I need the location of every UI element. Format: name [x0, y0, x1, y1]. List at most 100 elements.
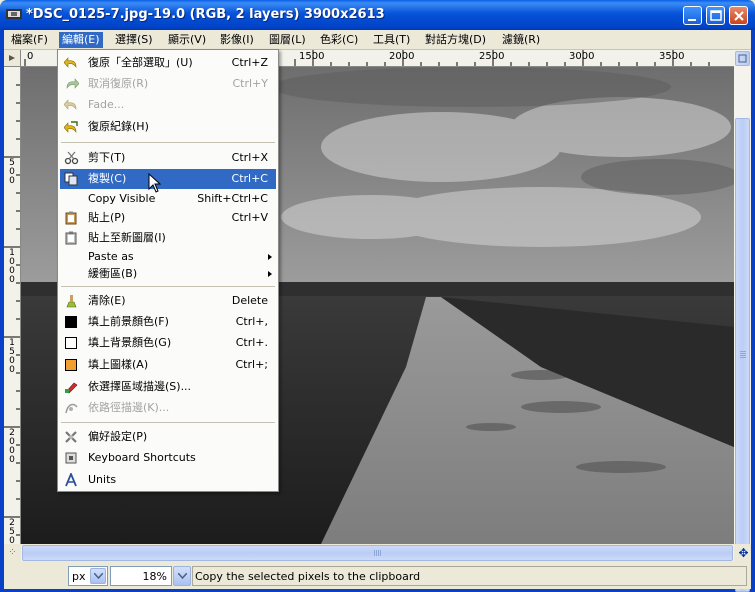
menu-select[interactable]: 選擇(S) — [112, 32, 156, 48]
maximize-button[interactable] — [706, 6, 725, 25]
undo-icon — [64, 57, 77, 68]
menu-item-copy-visible[interactable]: Copy Visible Shift+Ctrl+C — [60, 189, 276, 209]
vertical-ruler[interactable]: 5 0 0 1 0 0 0 1 5 0 0 2 0 0 0 2 5 0 0 — [4, 67, 21, 544]
menu-item-clear[interactable]: 清除(E) Delete — [60, 291, 276, 311]
menu-item-label: 偏好設定(P) — [88, 430, 148, 443]
clear-icon — [66, 295, 77, 308]
menu-separator — [61, 286, 275, 287]
menu-separator — [61, 142, 275, 143]
window-title: *DSC_0125-7.jpg-19.0 (RGB, 2 layers) 390… — [26, 7, 385, 22]
menu-item-shortcut: Shift+Ctrl+C — [197, 192, 268, 205]
horizontal-scrollbar[interactable] — [21, 545, 734, 561]
menu-item-cut[interactable]: 剪下(T) Ctrl+X — [60, 148, 276, 168]
menu-item-label: 復原紀錄(H) — [88, 120, 149, 133]
menu-item-label: 復原「全部選取」(U) — [88, 56, 193, 69]
paste-icon — [65, 211, 77, 225]
menu-item-paste-as-new-layer[interactable]: 貼上至新圖層(I) — [60, 228, 276, 248]
vertical-scroll-thumb[interactable] — [735, 118, 750, 592]
keyboard-icon — [65, 452, 77, 464]
quick-mask-toggle-icon[interactable]: ⁘ — [4, 545, 21, 561]
menu-item-buffer[interactable]: 緩衝區(B) — [60, 264, 276, 284]
menu-item-label: 緩衝區(B) — [88, 267, 138, 280]
chevron-down-icon — [94, 573, 103, 579]
pattern-swatch-icon — [65, 359, 77, 371]
submenu-arrow-icon — [268, 254, 272, 260]
fade-icon — [64, 99, 77, 110]
quick-mask-corner-button[interactable] — [4, 50, 21, 67]
ruler-label: 3500 — [659, 51, 685, 62]
bg-color-swatch-icon — [65, 337, 77, 349]
menu-item-shortcut: Delete — [231, 294, 268, 307]
menu-item-stroke-path[interactable]: 依路徑描邊(K)... — [60, 398, 276, 418]
menu-item-label: 複製(C) — [88, 172, 127, 185]
menu-item-label: 填上背景顏色(G) — [88, 336, 172, 349]
ruler-label: 1 0 0 0 — [9, 248, 15, 285]
menu-dialogs[interactable]: 對話方塊(D) — [422, 32, 489, 48]
menu-view[interactable]: 顯示(V) — [165, 32, 209, 48]
zoom-to-fit-button[interactable] — [735, 51, 750, 66]
stroke-selection-icon — [65, 382, 78, 394]
mouse-cursor-icon — [148, 173, 162, 193]
menu-layer[interactable]: 圖層(L) — [266, 32, 309, 48]
copy-icon — [64, 172, 78, 186]
menu-item-label: Keyboard Shortcuts — [88, 451, 196, 464]
menu-item-shortcut: Ctrl+X — [231, 151, 268, 164]
scroll-grip-icon — [374, 550, 382, 556]
edit-menu-dropdown: 復原「全部選取」(U) Ctrl+Z 取消復原(R) Ctrl+Y Fade..… — [57, 49, 279, 492]
menu-item-undo[interactable]: 復原「全部選取」(U) Ctrl+Z — [60, 53, 276, 73]
menu-item-preferences[interactable]: 偏好設定(P) — [60, 427, 276, 447]
paste-new-layer-icon — [65, 231, 77, 245]
menu-edit[interactable]: 編輯(E) — [59, 32, 103, 48]
vertical-scrollbar[interactable] — [734, 50, 751, 592]
menu-tools[interactable]: 工具(T) — [370, 32, 413, 48]
unit-dropdown-button[interactable] — [90, 568, 106, 584]
undo-history-icon — [64, 121, 78, 133]
menu-item-label: 取消復原(R) — [88, 77, 149, 90]
scroll-grip-icon — [740, 351, 746, 359]
zoom-input[interactable]: 18% — [110, 566, 172, 586]
menu-file[interactable]: 檔案(F) — [8, 32, 51, 48]
ruler-label: 1 5 0 0 — [9, 338, 15, 375]
menu-item-keyboard-shortcuts[interactable]: Keyboard Shortcuts — [60, 448, 276, 468]
menu-filters[interactable]: 濾鏡(R) — [499, 32, 543, 48]
menu-item-shortcut: Ctrl+; — [235, 358, 269, 371]
menu-item-fill-pattern[interactable]: 填上圖樣(A) Ctrl+; — [60, 355, 276, 375]
menu-item-units[interactable]: Units — [60, 470, 276, 490]
chevron-down-icon — [178, 573, 187, 579]
title-bar[interactable]: *DSC_0125-7.jpg-19.0 (RGB, 2 layers) 390… — [0, 0, 755, 30]
unit-select[interactable]: px — [68, 566, 108, 586]
menu-item-shortcut: Ctrl+C — [231, 172, 268, 185]
menu-item-label: 清除(E) — [88, 294, 126, 307]
zoom-dropdown-button[interactable] — [173, 566, 191, 586]
menu-item-fill-fg[interactable]: 填上前景顏色(F) Ctrl+, — [60, 312, 276, 332]
horizontal-scroll-thumb[interactable] — [22, 545, 733, 561]
close-button[interactable] — [729, 6, 748, 25]
menu-item-undo-history[interactable]: 復原紀錄(H) — [60, 117, 276, 137]
zoom-value: 18% — [142, 570, 167, 583]
navigate-icon[interactable]: ✥ — [736, 545, 751, 561]
zoom-fit-icon — [738, 54, 747, 63]
units-icon — [65, 473, 77, 487]
minimize-button[interactable] — [683, 6, 702, 25]
menu-item-stroke-selection[interactable]: 依選擇區域描邊(S)... — [60, 377, 276, 397]
redo-icon — [66, 78, 79, 89]
menu-image[interactable]: 影像(I) — [217, 32, 257, 48]
ruler-label: 0 — [27, 51, 34, 62]
menu-item-copy[interactable]: 複製(C) Ctrl+C — [60, 169, 276, 189]
menu-item-shortcut: Ctrl+, — [235, 315, 268, 328]
fg-color-swatch-icon — [65, 316, 77, 328]
ruler-label: 2500 — [479, 51, 505, 62]
menu-item-fill-bg[interactable]: 填上背景顏色(G) Ctrl+. — [60, 333, 276, 353]
menu-item-label: 貼上(P) — [88, 211, 126, 224]
menu-item-shortcut: Ctrl+Y — [232, 77, 268, 90]
horizontal-scroll-row: ⁘ ✥ — [4, 544, 751, 562]
vertical-ruler-ticks — [4, 84, 20, 536]
ruler-label: 1500 — [299, 51, 325, 62]
menu-item-fade[interactable]: Fade... — [60, 95, 276, 115]
gimp-app-icon — [6, 9, 22, 19]
menu-colors[interactable]: 色彩(C) — [317, 32, 361, 48]
stroke-path-icon — [65, 403, 78, 414]
menu-item-label: 剪下(T) — [88, 151, 126, 164]
menu-item-paste[interactable]: 貼上(P) Ctrl+V — [60, 208, 276, 228]
menu-item-redo[interactable]: 取消復原(R) Ctrl+Y — [60, 74, 276, 94]
